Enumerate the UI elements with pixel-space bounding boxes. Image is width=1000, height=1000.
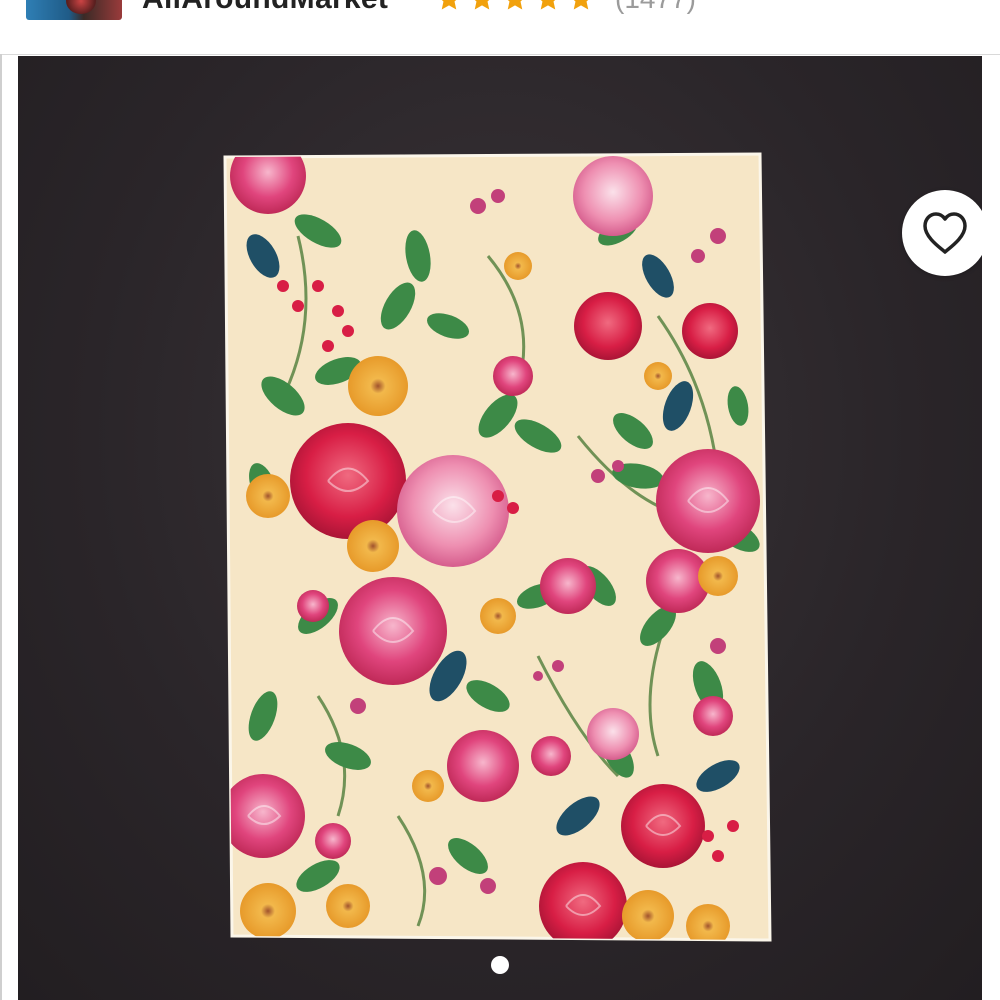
product-photo[interactable] xyxy=(18,56,982,1000)
star-icon xyxy=(469,0,495,12)
shop-name[interactable]: AllAroundMarket xyxy=(142,0,388,16)
review-count[interactable]: (1477) xyxy=(615,0,696,16)
star-icon xyxy=(502,0,528,12)
carousel-dots xyxy=(0,956,1000,976)
star-icon xyxy=(568,0,594,12)
floral-paper-image xyxy=(223,152,772,942)
shop-avatar[interactable] xyxy=(26,0,122,20)
shop-header: AllAroundMarket (1477) xyxy=(0,0,1000,55)
star-icon xyxy=(436,0,462,12)
shop-rating[interactable]: (1477) xyxy=(436,0,696,16)
heart-outline-icon xyxy=(923,212,967,254)
favorite-button[interactable] xyxy=(902,190,982,276)
star-icon xyxy=(535,0,561,12)
carousel-dot-active[interactable] xyxy=(491,956,509,974)
page-edge-divider xyxy=(0,54,2,1000)
